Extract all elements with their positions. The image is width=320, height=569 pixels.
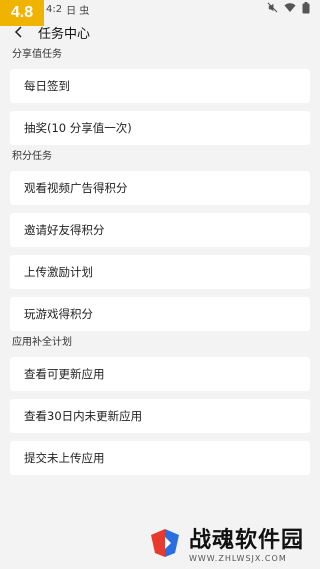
section-label-points: 积分任务 <box>12 151 52 162</box>
section-label-share: 分享值任务 <box>12 49 62 60</box>
status-extra: 日 虫 <box>66 5 90 17</box>
mute-icon <box>267 2 278 16</box>
task-daily-checkin[interactable]: 每日签到 <box>10 69 310 103</box>
watermark: 战魂软件园 WWW.ZHLWSJX.COM <box>147 522 304 563</box>
task-check-updatable-apps[interactable]: 查看可更新应用 <box>10 357 310 391</box>
task-submit-missing-apps[interactable]: 提交未上传应用 <box>10 441 310 475</box>
rating-badge: 4.8 <box>0 0 44 26</box>
watermark-url: WWW.ZHLWSJX.COM <box>188 554 287 563</box>
battery-icon <box>302 1 310 17</box>
watermark-title: 战魂软件园 <box>188 528 304 553</box>
status-bar: 4.8 4:2 日 虫 <box>0 0 320 26</box>
wifi-icon <box>284 2 296 16</box>
watermark-logo-icon <box>147 525 183 561</box>
page-title: 任务中心 <box>38 26 91 42</box>
back-arrow-icon[interactable] <box>12 25 26 39</box>
task-play-games[interactable]: 玩游戏得积分 <box>10 297 310 331</box>
task-lottery[interactable]: 抽奖(10 分享值一次) <box>10 111 310 145</box>
app-header: 任务中心 <box>0 18 320 46</box>
watermark-text: 战魂软件园 WWW.ZHLWSJX.COM <box>189 522 304 563</box>
section-label-app-completion: 应用补全计划 <box>12 337 72 348</box>
task-watch-ad[interactable]: 观看视频广告得积分 <box>10 171 310 205</box>
status-icons <box>267 1 310 17</box>
task-upload-incentive[interactable]: 上传激励计划 <box>10 255 310 289</box>
task-invite-friends[interactable]: 邀请好友得积分 <box>10 213 310 247</box>
task-check-stale-apps[interactable]: 查看30日内未更新应用 <box>10 399 310 433</box>
status-time: 4:2 <box>46 3 63 15</box>
